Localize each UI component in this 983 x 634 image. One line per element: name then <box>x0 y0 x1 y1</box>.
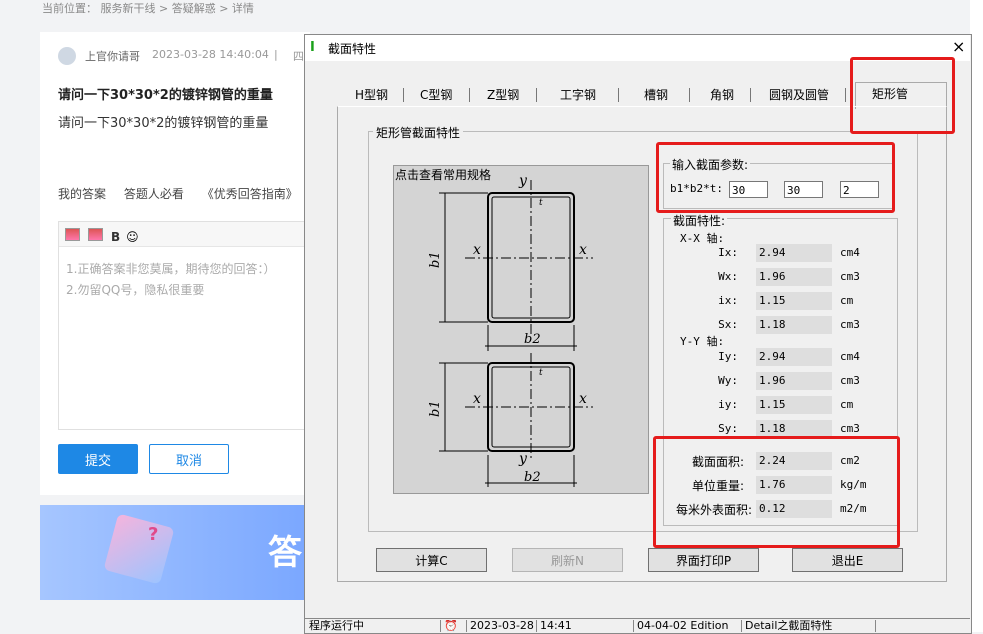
ry-value: 1.15 <box>756 396 832 414</box>
sy-label: Sy: <box>718 422 738 435</box>
tab-c-steel[interactable]: C型钢 <box>420 87 452 103</box>
tab-divider <box>750 88 751 102</box>
tab-i-beam[interactable]: 工字钢 <box>560 87 596 103</box>
sx-label: Sx: <box>718 318 738 331</box>
highlight-input <box>656 142 895 213</box>
tab-divider <box>469 88 470 102</box>
ix-value: 2.94 <box>756 244 832 262</box>
iy-label: Iy: <box>718 350 738 363</box>
answer-tabs: 我的答案 答题人必看 《优秀回答指南》 <box>58 185 312 202</box>
editor-placeholder-line1: 1.正确答案非您莫属，期待您的回答：） <box>66 262 276 276</box>
ry-label: iy: <box>718 398 738 411</box>
wy-value: 1.96 <box>756 372 832 390</box>
ix-unit: cm4 <box>840 246 860 259</box>
tab-angle[interactable]: 角钢 <box>710 87 734 103</box>
author-name[interactable]: 上官你请哥 <box>85 48 140 64</box>
print-button[interactable]: 界面打印P <box>648 548 759 572</box>
exit-button[interactable]: 退出E <box>792 548 903 572</box>
app-icon: I <box>310 40 315 55</box>
calculate-button[interactable]: 计算C <box>376 548 487 572</box>
tab-divider <box>618 88 619 102</box>
clock-icon: ⏰ <box>440 620 466 632</box>
ix-label: Ix: <box>718 246 738 259</box>
status-running: 程序运行中 <box>309 620 364 632</box>
rx-label: ix: <box>718 294 738 307</box>
t-label: t <box>539 198 543 208</box>
tab-z-steel[interactable]: Z型钢 <box>487 87 519 103</box>
meta-truncated: 四 <box>293 50 304 63</box>
b2-label: b2 <box>524 470 541 485</box>
wx-unit: cm3 <box>840 270 860 283</box>
tab-h-steel[interactable]: H型钢 <box>355 87 388 103</box>
wx-label: Wx: <box>718 270 738 283</box>
status-empty <box>875 620 969 632</box>
tab-guide[interactable]: 《优秀回答指南》 <box>202 187 298 201</box>
status-date: 2023-03-28 <box>466 620 536 632</box>
section-diagram: y x x t b1 b2 x x y t b1 b2 <box>428 173 593 487</box>
status-time: 14:41 <box>536 620 632 632</box>
breadcrumb: 当前位置： 服务新干线 > 答疑解惑 > 详情 <box>42 2 254 15</box>
status-edition: 04-04-02 Edition <box>633 620 741 632</box>
wy-label: Wy: <box>718 374 738 387</box>
tab-divider <box>403 88 404 102</box>
section-results-label: 截面特性: <box>671 212 728 229</box>
x-label: x <box>579 391 587 407</box>
sy-unit: cm3 <box>840 422 860 435</box>
rx-value: 1.15 <box>756 292 832 310</box>
avatar[interactable] <box>58 47 76 65</box>
tab-round[interactable]: 圆钢及圆管 <box>769 87 829 103</box>
tab-must-read[interactable]: 答题人必看 <box>124 187 184 201</box>
x-label: x <box>473 391 481 407</box>
wx-value: 1.96 <box>756 268 832 286</box>
refresh-button[interactable]: 刷新N <box>512 548 623 572</box>
xx-axis-label: X-X 轴: <box>680 232 725 245</box>
tab-divider <box>536 88 537 102</box>
answer-editor[interactable] <box>58 221 308 430</box>
banner-text: 答 <box>268 533 302 573</box>
b1-label: b1 <box>428 251 443 268</box>
tab-my-answer[interactable]: 我的答案 <box>58 187 106 201</box>
question-body: 请问一下30*30*2的镀锌钢管的重量 <box>58 116 269 131</box>
y-label: y <box>518 173 528 189</box>
rect-tube-group-title: 矩形管截面特性 <box>373 124 464 141</box>
submit-button[interactable]: 提交 <box>58 444 138 474</box>
question-title: 请问一下30*30*2的镀锌钢管的重量 <box>58 88 273 103</box>
tab-divider <box>845 88 846 102</box>
tab-divider <box>689 88 690 102</box>
tab-channel[interactable]: 槽钢 <box>644 87 668 103</box>
yy-axis-label: Y-Y 轴: <box>680 335 725 348</box>
question-mark-icon: ? <box>148 524 159 545</box>
b2-label: b2 <box>524 332 541 347</box>
insert-image-icon[interactable] <box>65 228 80 241</box>
iy-unit: cm4 <box>840 350 860 363</box>
y-label: y <box>518 451 528 467</box>
b1-label: b1 <box>428 400 443 417</box>
emoji-icon[interactable]: ☺ <box>126 230 139 244</box>
editor-toolbar: B ☺ <box>59 222 306 247</box>
insert-picture-icon[interactable] <box>88 228 103 241</box>
rx-unit: cm <box>840 294 854 307</box>
x-label: x <box>579 242 587 258</box>
iy-value: 2.94 <box>756 348 832 366</box>
editor-placeholder-line2: 2.勿留QQ号，隐私很重要 <box>66 283 205 297</box>
status-module: Detail之截面特性 <box>741 620 875 632</box>
bold-button[interactable]: B <box>111 230 120 244</box>
sx-value: 1.18 <box>756 316 832 334</box>
highlight-tab <box>850 57 955 134</box>
wy-unit: cm3 <box>840 374 860 387</box>
ry-unit: cm <box>840 398 854 411</box>
x-label: x <box>473 242 481 258</box>
dialog-title: 截面特性 <box>328 42 377 56</box>
meta-separator: | <box>274 48 278 61</box>
close-icon[interactable]: × <box>952 37 965 56</box>
cancel-button[interactable]: 取消 <box>149 444 229 474</box>
sx-unit: cm3 <box>840 318 860 331</box>
highlight-results <box>653 436 900 548</box>
t-label: t <box>539 368 543 378</box>
post-datetime: 2023-03-28 14:40:04 <box>152 48 269 61</box>
